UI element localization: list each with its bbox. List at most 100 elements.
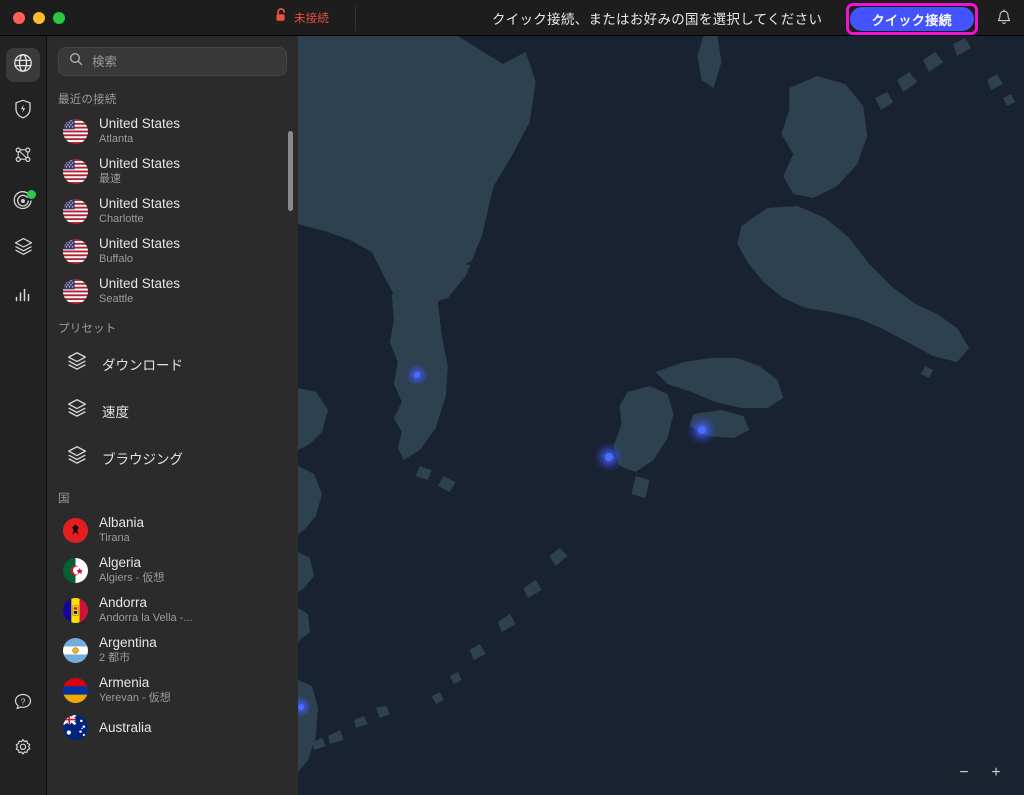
server-marker-osaka[interactable] <box>594 442 624 472</box>
recent-connection-item[interactable]: United States Seattle <box>47 271 298 311</box>
rail-item-help[interactable]: ? <box>6 687 40 721</box>
maximize-button[interactable] <box>53 11 65 24</box>
recent-connections-group: United States Atlanta United States 最速 U… <box>47 111 298 311</box>
close-button[interactable] <box>13 11 25 24</box>
gear-icon <box>12 737 34 764</box>
list-item-subtitle: 最速 <box>99 173 121 185</box>
icon-rail: ? <box>0 36 47 795</box>
list-item-subtitle: Andorra la Vella -... <box>99 612 193 624</box>
marker-core <box>605 453 613 461</box>
rail-item-presets[interactable] <box>6 232 40 266</box>
search-input[interactable] <box>92 54 276 69</box>
list-item-title: Armenia <box>99 675 150 690</box>
bell-icon[interactable] <box>994 8 1014 28</box>
recent-connection-item[interactable]: United States Charlotte <box>47 191 298 231</box>
recent-connection-item[interactable]: United States Atlanta <box>47 111 298 151</box>
list-item-title: United States <box>99 156 181 171</box>
quick-connect-highlight: クイック接続 <box>845 3 978 35</box>
bar-chart-icon <box>12 282 34 309</box>
list-item-text: Australia <box>99 720 152 736</box>
rail-item-threat-protection[interactable] <box>6 94 40 128</box>
quick-connect-button[interactable]: クイック接続 <box>849 7 974 31</box>
flag-icon-us <box>63 118 88 144</box>
country-item[interactable]: Albania Tirana <box>47 510 298 550</box>
connection-status: 未接続 <box>258 4 357 31</box>
list-item-title: Algeria <box>99 555 142 570</box>
recent-section-heading: 最近の接続 <box>58 94 117 106</box>
zoom-in-button[interactable]: + <box>988 765 1004 781</box>
server-marker-seoul[interactable] <box>406 364 428 386</box>
list-item-title: United States <box>99 116 181 131</box>
server-marker-tokyo[interactable] <box>687 415 717 445</box>
list-item-subtitle: Atlanta <box>99 133 134 145</box>
flag-icon-al <box>63 517 88 543</box>
search-box[interactable] <box>58 47 287 76</box>
list-item-text: Armenia Yerevan - 仮想 <box>99 675 171 705</box>
rail-item-statistics[interactable] <box>6 278 40 312</box>
list-item-text: United States Seattle <box>99 276 180 306</box>
rail-item-settings[interactable] <box>6 733 40 767</box>
list-item-title: Andorra <box>99 595 148 610</box>
flag-icon-au <box>63 715 88 740</box>
globe-icon <box>12 52 34 79</box>
zoom-out-button[interactable]: − <box>956 765 972 781</box>
marker-core <box>414 372 420 378</box>
flag-icon-us <box>63 278 88 304</box>
list-item-subtitle: Tirana <box>99 532 130 544</box>
preset-item[interactable]: ブラウジング <box>47 434 298 481</box>
search-container <box>47 36 298 82</box>
list-item-text: United States Charlotte <box>99 196 180 226</box>
flag-icon-us <box>63 238 88 264</box>
list-item-title: United States <box>99 276 181 291</box>
status-badge-online <box>27 190 36 199</box>
country-item[interactable]: Algeria Algiers - 仮想 <box>47 550 298 590</box>
rail-item-dark-web-monitor[interactable] <box>6 186 40 220</box>
rail-item-locations[interactable] <box>6 48 40 82</box>
presets-section-heading: プリセット <box>58 323 117 335</box>
countries-group: Albania Tirana Algeria Algiers - 仮想 Ando… <box>47 510 298 745</box>
flag-icon-ar <box>63 637 88 663</box>
locations-list[interactable]: 最近の接続 United States Atlanta United State… <box>47 82 298 795</box>
list-item-text: United States 最速 <box>99 156 180 186</box>
minimize-button[interactable] <box>33 11 45 24</box>
list-item-title: United States <box>99 236 181 251</box>
world-map[interactable]: − + <box>298 36 1024 795</box>
preset-label: ダウンロード <box>102 357 183 373</box>
country-item[interactable]: Andorra Andorra la Vella -... <box>47 590 298 630</box>
title-bar: 未接続 クイック接続、またはお好みの国を選択してください クイック接続 <box>0 0 1024 36</box>
flag-icon-dz <box>63 557 88 583</box>
preset-item[interactable]: ダウンロード <box>47 340 298 387</box>
layers-icon <box>65 443 89 472</box>
list-item-subtitle: Buffalo <box>99 253 134 265</box>
sidebar: 最近の接続 United States Atlanta <box>47 36 298 795</box>
country-item[interactable]: Armenia Yerevan - 仮想 <box>47 670 298 710</box>
recent-connection-item[interactable]: United States Buffalo <box>47 231 298 271</box>
mesh-network-icon <box>12 144 34 171</box>
list-item-text: Andorra Andorra la Vella -... <box>99 595 193 625</box>
preset-item[interactable]: 速度 <box>47 387 298 434</box>
layers-icon <box>65 396 89 425</box>
list-item-text: United States Buffalo <box>99 236 180 266</box>
server-marker-taipei[interactable] <box>298 696 312 718</box>
map-zoom-controls: − + <box>948 761 1012 785</box>
flag-icon-ad <box>63 597 88 623</box>
app-body: ? 検索 最近の接続 United States Atlanta United … <box>0 36 1024 795</box>
marker-core <box>298 704 304 710</box>
list-item-title: Albania <box>99 515 145 530</box>
presets-group: ダウンロード 速度 ブラウジング <box>47 340 298 481</box>
list-item-text: Albania Tirana <box>99 515 144 545</box>
list-item-text: Algeria Algiers - 仮想 <box>99 555 164 585</box>
flag-icon-us <box>63 198 88 224</box>
list-item-subtitle: Algiers - 仮想 <box>99 572 165 584</box>
rail-item-meshnet[interactable] <box>6 140 40 174</box>
flag-icon-am <box>63 677 88 703</box>
svg-text:?: ? <box>21 697 26 706</box>
country-item[interactable]: Argentina 2 都市 <box>47 630 298 670</box>
recent-connection-item[interactable]: United States 最速 <box>47 151 298 191</box>
country-item[interactable]: Australia <box>47 710 298 745</box>
countries-section-heading: 国 <box>58 493 70 505</box>
map-landmasses <box>298 36 1024 795</box>
marker-core <box>698 426 706 434</box>
sidebar-scrollbar[interactable] <box>288 131 293 211</box>
app-window: 未接続 クイック接続、またはお好みの国を選択してください クイック接続 ? 検索… <box>0 0 1024 795</box>
